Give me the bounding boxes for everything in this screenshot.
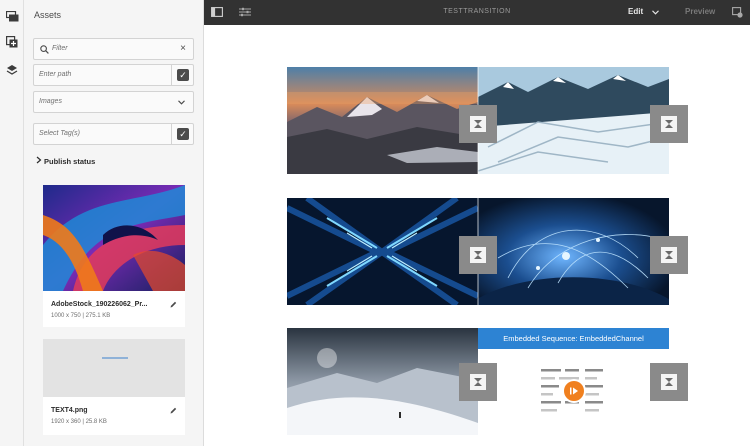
layers-icon[interactable]: [4, 62, 20, 78]
asset-name: TEXT4.png: [51, 407, 88, 414]
component-placeholder-icon[interactable]: [459, 236, 497, 274]
edit-icon[interactable]: [170, 407, 177, 414]
chevron-down-icon[interactable]: [652, 10, 659, 15]
component-placeholder-icon[interactable]: [459, 105, 497, 143]
asset-type-select[interactable]: Images: [33, 91, 194, 113]
sequence-row: [287, 67, 688, 174]
page-title: TESTTRANSITION: [443, 8, 511, 15]
app: Assets Filter × Enter path ✓ Images Sele…: [0, 0, 750, 446]
sequence-item-earth-network[interactable]: [478, 198, 669, 305]
divider: [171, 65, 172, 85]
path-placeholder: Enter path: [39, 71, 72, 78]
tags-input[interactable]: Select Tag(s) ✓: [33, 123, 194, 145]
publish-status-toggle[interactable]: Publish status: [44, 157, 95, 166]
component-placeholder-icon[interactable]: [650, 363, 688, 401]
edit-icon[interactable]: [170, 301, 177, 308]
asset-meta: 1000 x 750 | 275.1 KB: [51, 313, 111, 319]
divider: [171, 124, 172, 144]
channels-icon[interactable]: [4, 8, 20, 24]
path-input[interactable]: Enter path ✓: [33, 64, 194, 86]
sequence-row: [287, 198, 688, 305]
component-placeholder-icon[interactable]: [650, 236, 688, 274]
asset-card[interactable]: AdobeStock_190226062_Pr... 1000 x 750 | …: [43, 185, 185, 327]
mode-select[interactable]: Edit: [628, 7, 643, 16]
asset-type-value: Images: [39, 98, 62, 105]
side-rail: [0, 0, 24, 446]
asset-card[interactable]: TEXT4.png 1920 x 360 | 25.8 KB: [43, 339, 185, 435]
asset-name: AdobeStock_190226062_Pr...: [51, 301, 148, 308]
sequence-item-light-tunnel[interactable]: [287, 198, 478, 305]
asset-thumbnail: [43, 185, 185, 291]
checkbox-icon[interactable]: ✓: [177, 69, 189, 81]
add-asset-icon[interactable]: [4, 34, 20, 50]
close-icon[interactable]: ×: [180, 43, 186, 54]
asset-thumbnail: [43, 339, 185, 397]
preview-button[interactable]: Preview: [685, 7, 715, 16]
asset-meta: 1920 x 360 | 25.8 KB: [51, 419, 107, 425]
checkbox-icon[interactable]: ✓: [177, 128, 189, 140]
panel-title: Assets: [34, 10, 62, 20]
chevron-right-icon[interactable]: [36, 156, 42, 164]
editor-canvas: Embedded Sequence: EmbeddedChannel: [204, 25, 750, 446]
assets-panel: Assets Filter × Enter path ✓ Images Sele…: [24, 0, 204, 446]
sequence-item-glacier[interactable]: [478, 67, 669, 174]
component-placeholder-icon[interactable]: [459, 363, 497, 401]
channel-info-icon[interactable]: [730, 5, 744, 19]
filter-placeholder: Filter: [52, 45, 68, 52]
chevron-down-icon: [178, 100, 185, 105]
sequence-item-mountain-sunset[interactable]: [287, 67, 478, 174]
top-bar: TESTTRANSITION Edit Preview: [204, 0, 750, 25]
play-icon[interactable]: [562, 379, 586, 403]
thumbnail-text-line: [102, 357, 128, 359]
component-placeholder-icon[interactable]: [650, 105, 688, 143]
tags-placeholder: Select Tag(s): [39, 130, 80, 137]
search-icon: [40, 45, 49, 54]
filter-input[interactable]: Filter ×: [33, 38, 194, 60]
embedded-sequence-label[interactable]: Embedded Sequence: EmbeddedChannel: [478, 328, 669, 349]
sequence-item-snow-slope[interactable]: [287, 328, 478, 435]
